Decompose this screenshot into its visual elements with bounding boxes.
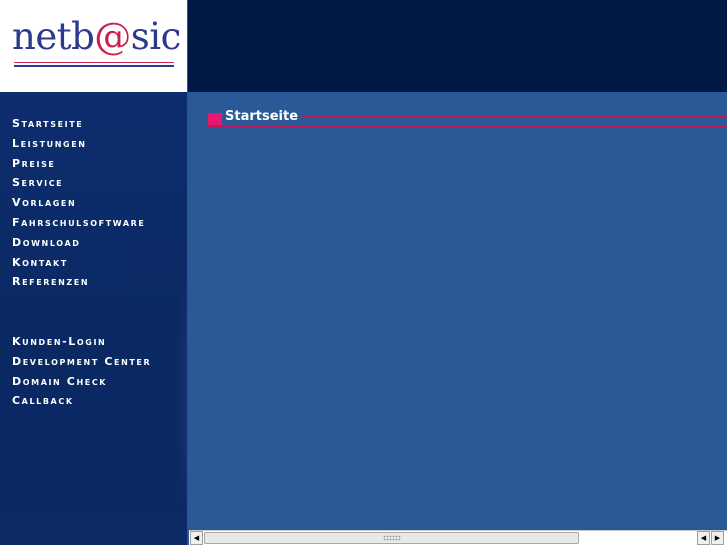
scrollbar-thumb[interactable] [204,532,579,544]
menu-item-service[interactable]: Service [12,173,145,193]
menu-item-callback[interactable]: Callback [12,391,151,411]
content-area: Startseite [189,92,727,530]
logo-area[interactable]: netb@sic [0,0,188,92]
menu-item-startseite[interactable]: Startseite [12,114,145,134]
netbasic-logo: netb@sic [12,15,181,58]
logo-underline-blue [14,65,174,67]
sidebar-navigation: Startseite Leistungen Preise Service Vor… [0,92,188,545]
menu-item-referenzen[interactable]: Referenzen [12,272,145,292]
scrollbar-grip-icon [383,535,401,541]
menu-item-preise[interactable]: Preise [12,154,145,174]
top-banner [188,0,727,92]
scroll-left-arrow-end-icon[interactable]: ◀ [697,531,710,545]
menu-item-domain-check[interactable]: Domain Check [12,372,151,392]
logo-underline-red [14,62,174,63]
menu-item-leistungen[interactable]: Leistungen [12,134,145,154]
menu-item-fahrschulsoftware[interactable]: Fahrschulsoftware [12,213,145,233]
menu-item-kontakt[interactable]: Kontakt [12,253,145,273]
scroll-left-arrow-icon[interactable]: ◀ [190,531,203,545]
horizontal-scrollbar[interactable]: ◀ ◀ ▶ [189,530,727,545]
main-menu: Startseite Leistungen Preise Service Vor… [12,114,145,292]
menu-item-development-center[interactable]: Development Center [12,352,151,372]
title-rule-bottom [208,125,727,127]
secondary-menu: Kunden-Login Development Center Domain C… [12,332,151,411]
menu-item-download[interactable]: Download [12,233,145,253]
menu-item-vorlagen[interactable]: Vorlagen [12,193,145,213]
page-title: Startseite [225,109,303,125]
menu-item-kunden-login[interactable]: Kunden-Login [12,332,151,352]
scroll-right-arrow-icon[interactable]: ▶ [711,531,724,545]
